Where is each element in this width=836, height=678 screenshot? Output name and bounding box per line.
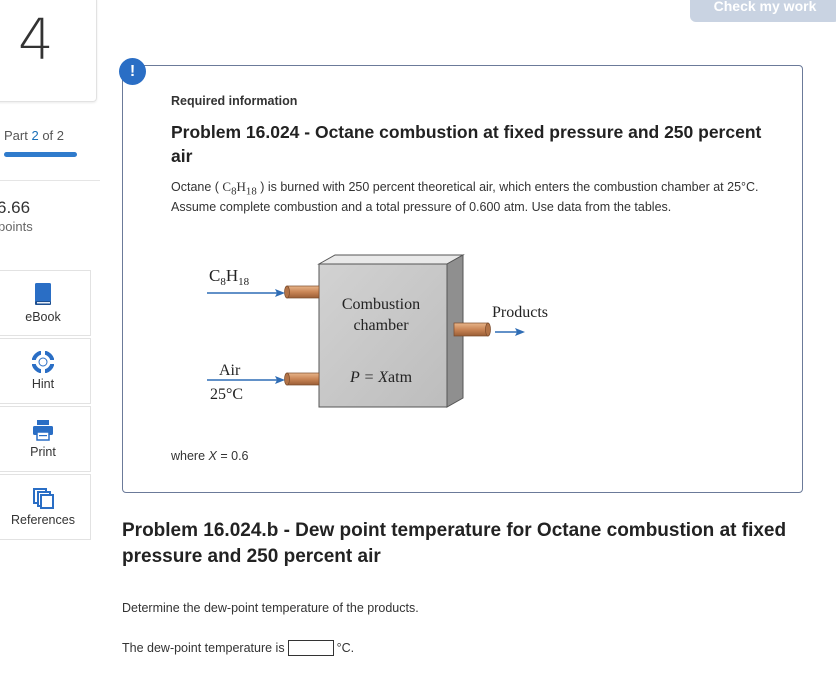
where-value: = 0.6 xyxy=(216,449,249,463)
where-prefix: where xyxy=(171,449,209,463)
tool-label-print: Print xyxy=(30,445,56,459)
hint-button[interactable]: Hint xyxy=(0,338,91,404)
required-information-label: Required information xyxy=(171,94,298,108)
where-variable: X xyxy=(208,449,217,463)
ebook-button[interactable]: eBook xyxy=(0,270,91,336)
question-number-card: 4 xyxy=(0,0,97,102)
formula-c: C xyxy=(222,179,232,194)
fuel-formula-label: C8H18 xyxy=(209,266,250,288)
points-label: points xyxy=(0,219,33,234)
statement-text-start: Octane ( xyxy=(171,180,223,194)
formula-h: H xyxy=(236,179,246,194)
answer-unit: °C. xyxy=(336,641,355,655)
answer-prefix: The dew-point temperature is xyxy=(122,641,285,655)
printer-icon xyxy=(33,420,53,441)
statement-text-end: ) is burned with 250 percent theoretical… xyxy=(171,180,759,214)
air-temperature-label: 25°C xyxy=(210,386,243,403)
combustion-chamber-diagram: C8H18 Combustion chamber P = Xatm Air 25… xyxy=(207,254,548,408)
formula-h-sub: 18 xyxy=(245,185,257,198)
problem-title: Problem 16.024 - Octane combustion at fi… xyxy=(171,122,762,166)
products-label: Products xyxy=(492,304,548,321)
where-note: where X = 0.6 xyxy=(171,449,249,463)
chamber-label-line2: chamber xyxy=(353,317,409,334)
print-button[interactable]: Print xyxy=(0,406,91,472)
references-button[interactable]: References xyxy=(0,474,91,540)
subproblem-title: Problem 16.024.b - Dew point temperature… xyxy=(122,520,787,567)
answer-row: The dew-point temperature is °C. xyxy=(122,640,354,656)
part-current: 2 xyxy=(31,128,39,143)
air-label: Air xyxy=(219,362,241,379)
part-progress-bar xyxy=(4,152,77,157)
dew-point-answer-input[interactable] xyxy=(287,640,334,656)
part-prefix: Part xyxy=(4,128,32,143)
book-icon xyxy=(35,283,51,305)
question-prompt: Determine the dew-point temperature of t… xyxy=(122,601,419,615)
tool-label-hint: Hint xyxy=(31,377,55,391)
question-number: 4 xyxy=(18,8,54,73)
alert-icon: ! xyxy=(119,58,146,85)
points-value: 6.66 xyxy=(0,198,31,217)
documents-icon xyxy=(33,488,54,509)
chamber-label-line1: Combustion xyxy=(342,296,420,313)
tool-label-ebook: eBook xyxy=(25,310,61,324)
check-my-work-button[interactable]: Check my work xyxy=(690,0,836,22)
part-indicator: Part 2 of 2 xyxy=(4,128,64,143)
pressure-label: P = Xatm xyxy=(349,369,413,386)
lifebuoy-icon xyxy=(32,351,54,373)
octane-formula: C8H18 xyxy=(222,179,256,198)
sidebar-divider xyxy=(0,180,100,181)
tool-label-references: References xyxy=(11,513,75,527)
problem-statement: Octane ( C8H18 ) is burned with 250 perc… xyxy=(171,179,771,215)
part-suffix: of 2 xyxy=(38,128,64,143)
